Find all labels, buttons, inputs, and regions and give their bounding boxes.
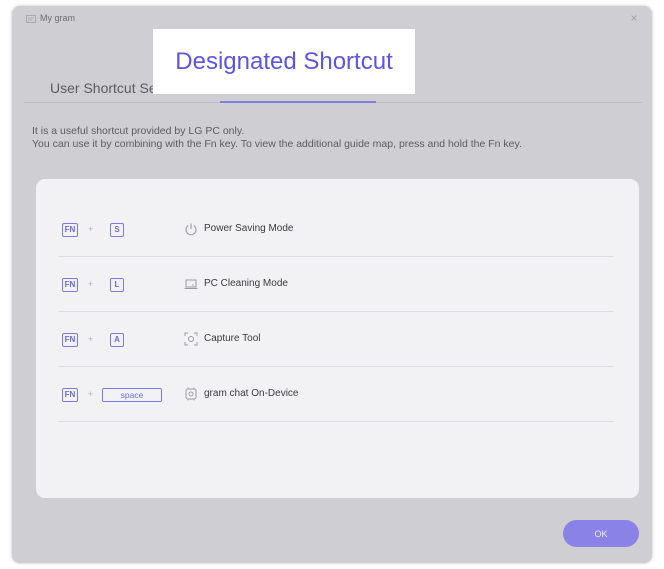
- power-icon: [185, 223, 197, 236]
- key-s: S: [110, 223, 124, 237]
- shortcut-row-capture-tool: FN + A Capture Tool: [58, 311, 614, 367]
- fn-key: FN: [62, 333, 78, 347]
- description: It is a useful shortcut provided by LG P…: [32, 125, 522, 151]
- fn-key: FN: [62, 388, 78, 402]
- shortcut-label: Capture Tool: [204, 333, 261, 344]
- shortcut-row-power-saving: FN + S Power Saving Mode: [58, 201, 614, 257]
- description-line-1: It is a useful shortcut provided by LG P…: [32, 125, 245, 137]
- description-line-2: You can use it by combining with the Fn …: [32, 138, 522, 150]
- fn-key: FN: [62, 278, 78, 292]
- plus-separator: +: [88, 279, 94, 289]
- app-icon: [26, 15, 36, 23]
- plus-separator: +: [88, 334, 94, 344]
- key-a: A: [110, 333, 124, 347]
- shortcut-row-pc-cleaning: FN + L PC Cleaning Mode: [58, 256, 614, 312]
- plus-separator: +: [88, 389, 94, 399]
- shortcut-label: gram chat On-Device: [204, 388, 299, 399]
- active-tab-indicator: [220, 101, 376, 103]
- key-l: L: [110, 278, 124, 292]
- ok-button[interactable]: OK: [563, 520, 639, 547]
- shortcut-label: Power Saving Mode: [204, 223, 294, 234]
- chat-icon: [185, 387, 197, 401]
- tab-designated-shortcut[interactable]: Designated Shortcut: [153, 29, 415, 94]
- key-space: space: [102, 388, 162, 402]
- window-title: My gram: [40, 13, 76, 23]
- fn-key: FN: [62, 223, 78, 237]
- tab-user-shortcut[interactable]: User Shortcut Set: [50, 80, 161, 96]
- laptop-icon: [184, 279, 198, 289]
- shortcut-list-card: FN + S Power Saving Mode FN + L PC Clean…: [36, 179, 639, 498]
- close-button[interactable]: ×: [626, 10, 642, 26]
- plus-separator: +: [88, 224, 94, 234]
- capture-icon: [184, 332, 198, 346]
- shortcut-row-gram-chat: FN + space gram chat On-Device: [58, 366, 614, 422]
- shortcut-label: PC Cleaning Mode: [204, 278, 288, 289]
